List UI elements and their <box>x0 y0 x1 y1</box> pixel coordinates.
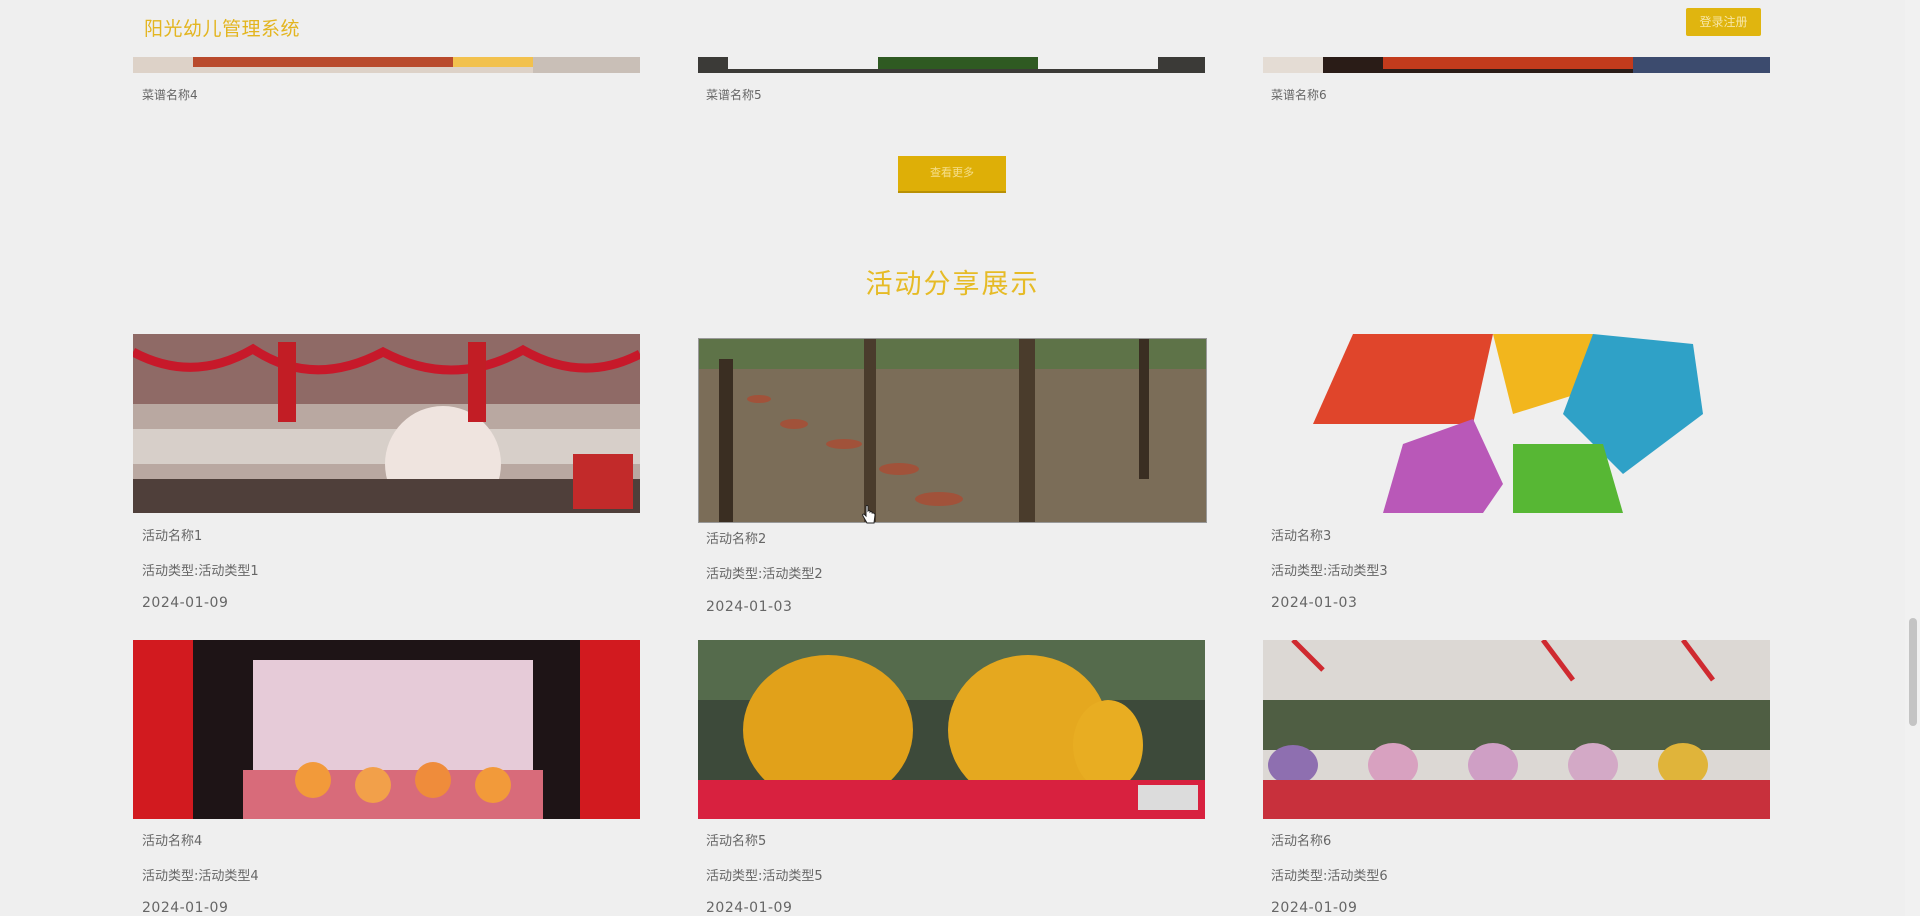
activity-photo-festival <box>133 334 640 513</box>
section-title: 活动分享展示 <box>865 269 1040 300</box>
activity-image[interactable] <box>133 640 640 819</box>
recipe-image-graphic <box>1263 57 1770 73</box>
activity-photo-infographic <box>1263 334 1770 513</box>
recipe-name[interactable]: 菜谱名称5 <box>706 86 762 103</box>
activity-date: 2024-01-09 <box>1271 900 1358 916</box>
activity-photo-stage <box>133 640 640 819</box>
activity-date: 2024-01-09 <box>142 900 229 916</box>
activity-name[interactable]: 活动名称5 <box>706 830 766 849</box>
activity-photo-parade <box>1263 640 1770 819</box>
recipe-image-graphic <box>698 57 1205 73</box>
activity-name[interactable]: 活动名称6 <box>1271 830 1331 849</box>
activity-image[interactable] <box>698 640 1205 819</box>
site-title[interactable]: 阳光幼儿管理系统 <box>144 14 300 41</box>
activity-name[interactable]: 活动名称3 <box>1271 525 1331 544</box>
activity-type: 活动类型:活动类型1 <box>142 564 259 579</box>
recipe-image[interactable] <box>698 57 1205 73</box>
recipe-name[interactable]: 菜谱名称6 <box>1271 86 1327 103</box>
activity-type: 活动类型:活动类型2 <box>706 567 823 582</box>
activity-type: 活动类型:活动类型6 <box>1271 869 1388 884</box>
activity-name[interactable]: 活动名称2 <box>706 528 766 547</box>
recipe-image[interactable] <box>133 57 640 73</box>
page-scrollbar[interactable] <box>1905 0 1920 916</box>
activity-date: 2024-01-09 <box>142 595 229 611</box>
activity-date: 2024-01-03 <box>1271 595 1358 611</box>
view-more-button[interactable]: 查看更多 <box>898 156 1006 193</box>
activity-type: 活动类型:活动类型5 <box>706 869 823 884</box>
activity-image[interactable] <box>1263 334 1770 513</box>
activity-date: 2024-01-09 <box>706 900 793 916</box>
recipe-name[interactable]: 菜谱名称4 <box>142 86 198 103</box>
recipe-image-graphic <box>133 57 640 73</box>
activity-image[interactable] <box>1263 640 1770 819</box>
hand-cursor-icon <box>862 505 876 524</box>
activity-photo-lions <box>698 640 1205 819</box>
header: 阳光幼儿管理系统 登录注册 <box>0 0 1905 56</box>
recipe-image[interactable] <box>1263 57 1770 73</box>
activity-photo-forest <box>699 339 1206 522</box>
activity-name[interactable]: 活动名称4 <box>142 830 202 849</box>
scrollbar-thumb[interactable] <box>1909 618 1917 726</box>
activity-image[interactable] <box>133 334 640 513</box>
activity-image[interactable] <box>698 338 1207 523</box>
activity-date: 2024-01-03 <box>706 599 793 615</box>
activity-type: 活动类型:活动类型4 <box>142 869 259 884</box>
activity-type: 活动类型:活动类型3 <box>1271 564 1388 579</box>
login-register-button[interactable]: 登录注册 <box>1686 8 1761 36</box>
activity-name[interactable]: 活动名称1 <box>142 525 202 544</box>
